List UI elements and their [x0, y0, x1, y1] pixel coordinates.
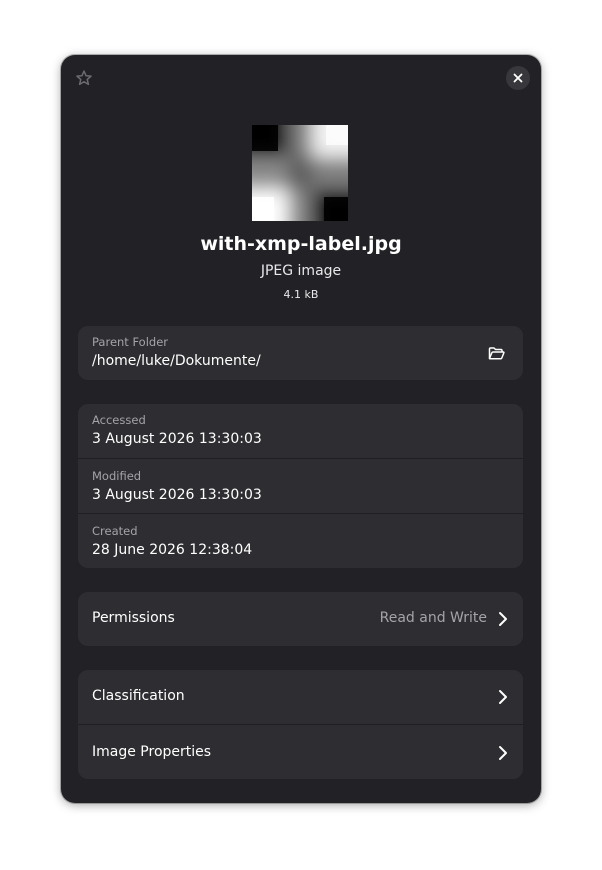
- image-properties-row[interactable]: Image Properties: [78, 724, 523, 779]
- created-value: 28 June 2026 12:38:04: [92, 542, 253, 558]
- classification-label: Classification: [92, 688, 185, 704]
- modified-value: 3 August 2026 13:30:03: [92, 487, 262, 503]
- accessed-value: 3 August 2026 13:30:03: [92, 431, 262, 447]
- created-label: Created: [92, 524, 138, 538]
- permissions-card: Permissions Read and Write: [78, 592, 523, 646]
- classification-row[interactable]: Classification: [78, 670, 523, 724]
- file-type: JPEG image: [260, 263, 342, 279]
- permissions-value: Read and Write: [379, 610, 487, 626]
- file-name: with-xmp-label.jpg: [200, 233, 402, 255]
- accessed-label: Accessed: [92, 413, 146, 427]
- date-row-modified: Modified 3 August 2026 13:30:03: [78, 458, 523, 513]
- file-thumbnail: [252, 125, 348, 221]
- dates-card: Accessed 3 August 2026 13:30:03 Modified…: [78, 404, 523, 568]
- folder-open-icon: [488, 346, 505, 360]
- image-properties-label: Image Properties: [92, 744, 212, 760]
- properties-dialog: with-xmp-label.jpg JPEG image 4.1 kB Par…: [61, 55, 541, 803]
- star-icon: [76, 70, 92, 86]
- permissions-label: Permissions: [92, 610, 175, 626]
- extra-properties-card: Classification Image Properties: [78, 670, 523, 779]
- file-size: 4.1 kB: [283, 288, 319, 301]
- parent-folder-card: Parent Folder /home/luke/Dokumente/: [78, 326, 523, 380]
- date-row-created: Created 28 June 2026 12:38:04: [78, 513, 523, 568]
- chevron-right-icon: [499, 612, 507, 626]
- modified-label: Modified: [92, 469, 142, 483]
- close-icon: [513, 73, 523, 83]
- star-button[interactable]: [73, 67, 95, 89]
- permissions-row[interactable]: Permissions Read and Write: [78, 592, 523, 646]
- open-folder-button[interactable]: [485, 342, 507, 364]
- date-row-accessed: Accessed 3 August 2026 13:30:03: [78, 404, 523, 458]
- chevron-right-icon: [499, 690, 507, 704]
- close-button[interactable]: [506, 66, 530, 90]
- parent-folder-row: Parent Folder /home/luke/Dokumente/: [78, 326, 523, 380]
- chevron-right-icon: [499, 746, 507, 760]
- parent-folder-label: Parent Folder: [92, 335, 169, 349]
- parent-folder-path[interactable]: /home/luke/Dokumente/: [92, 353, 261, 369]
